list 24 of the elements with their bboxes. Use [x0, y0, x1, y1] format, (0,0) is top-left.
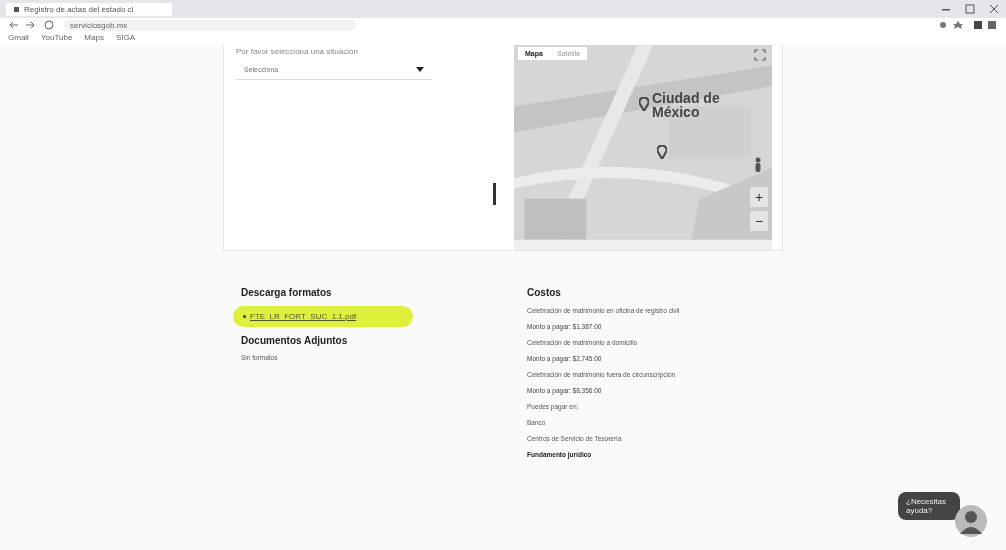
section-heading: Costos [527, 287, 562, 298]
chat-bubble[interactable]: ¿Necesitas ayuda? [898, 492, 960, 520]
toolbar-icon[interactable] [938, 20, 998, 30]
zoom-out-button[interactable]: − [750, 211, 768, 231]
map-city-label: Ciudad de México [652, 91, 721, 119]
bookmark-link[interactable]: Gmail [8, 33, 29, 44]
fullscreen-icon[interactable] [754, 49, 766, 61]
assistant-avatar-icon[interactable] [954, 504, 988, 538]
map-pin-icon [657, 145, 667, 159]
bookmark-link[interactable]: YouTube [40, 33, 73, 44]
navigation-icon[interactable] [8, 20, 54, 30]
map-pin-icon [639, 97, 649, 111]
address-field[interactable]: serviciosgob.mx [64, 19, 356, 31]
field-label: Por favor selecciona una situación [236, 47, 359, 56]
browser-tab[interactable]: Registro de actas del estado ci [6, 2, 172, 16]
person-icon[interactable] [754, 157, 762, 173]
bookmark-link[interactable]: Maps [84, 33, 104, 44]
dropdown-caret-icon [416, 67, 424, 72]
resize-handle[interactable] [493, 183, 496, 205]
bookmark-link[interactable]: SIGA [115, 33, 135, 44]
zoom-in-button[interactable]: + [750, 187, 768, 207]
section-heading: Documentos Adjuntos [241, 335, 349, 346]
bullet-icon [243, 315, 246, 318]
section-heading: Descarga formatos [241, 287, 333, 298]
